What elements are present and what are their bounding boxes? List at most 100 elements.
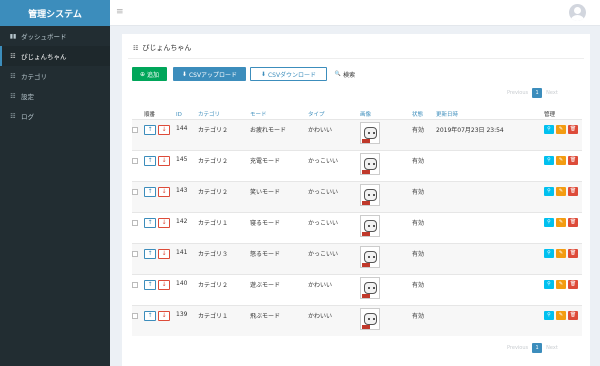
view-button[interactable]: ⚲ [544, 310, 554, 320]
table-row: ↑ ↓ 139 カテゴリ１ 飛ぶモード かわいい 有効 ⚲ ✎ 🗑 [132, 304, 582, 336]
row-checkbox[interactable] [132, 250, 138, 257]
delete-button[interactable]: 🗑 [568, 310, 578, 320]
view-button[interactable]: ⚲ [544, 186, 554, 196]
sticker-thumbnail[interactable] [360, 214, 380, 237]
row-select-cell [132, 273, 144, 305]
view-button[interactable]: ⚲ [544, 124, 554, 134]
app-logo[interactable]: 管理システム [0, 0, 110, 26]
row-image-cell [360, 211, 412, 243]
delete-button[interactable]: 🗑 [568, 248, 578, 258]
edit-button[interactable]: ✎ [556, 155, 566, 165]
sticker-thumbnail[interactable] [360, 121, 380, 144]
sidebar-item-category[interactable]: ☷ カテゴリ [0, 66, 110, 86]
row-type: かわいい [308, 304, 360, 336]
row-checkbox[interactable] [132, 312, 138, 319]
row-order-cell: ↑ ↓ [144, 211, 176, 243]
row-category: カテゴリ１ [198, 211, 250, 243]
row-status: 有効 [412, 149, 436, 181]
header-id[interactable]: ID [176, 108, 198, 119]
move-up-button[interactable]: ↑ [144, 155, 156, 166]
hamburger-menu-icon[interactable]: ≡ [116, 7, 126, 17]
delete-button[interactable]: 🗑 [568, 124, 578, 134]
row-order-cell: ↑ ↓ [144, 180, 176, 212]
sticker-thumbnail[interactable] [360, 307, 380, 330]
pagination-current-page[interactable]: 1 [532, 88, 543, 98]
move-up-button[interactable]: ↑ [144, 279, 156, 290]
pagination-previous[interactable]: Previous [507, 90, 528, 96]
csv-download-button[interactable]: ⬇ CSVダウンロード [250, 67, 327, 81]
header-status[interactable]: 状態 [412, 108, 436, 119]
move-down-button[interactable]: ↓ [158, 217, 170, 228]
row-checkbox[interactable] [132, 219, 138, 226]
row-checkbox[interactable] [132, 281, 138, 288]
top-navbar: ≡ [110, 0, 600, 26]
row-mode: お疲れモード [250, 118, 308, 150]
csv-upload-button[interactable]: ⬇ CSVアップロード [173, 67, 246, 81]
view-button[interactable]: ⚲ [544, 217, 554, 227]
delete-button[interactable]: 🗑 [568, 186, 578, 196]
view-button[interactable]: ⚲ [544, 248, 554, 258]
move-up-button[interactable]: ↑ [144, 217, 156, 228]
upload-icon: ⬇ [181, 70, 187, 78]
row-image-cell [360, 273, 412, 305]
edit-button[interactable]: ✎ [556, 310, 566, 320]
move-up-button[interactable]: ↑ [144, 124, 156, 135]
header-image[interactable]: 画像 [360, 108, 412, 119]
delete-button[interactable]: 🗑 [568, 217, 578, 227]
view-button[interactable]: ⚲ [544, 155, 554, 165]
search-button[interactable]: 🔍 検索 [331, 67, 359, 81]
header-category[interactable]: カテゴリ [198, 108, 250, 119]
user-avatar[interactable] [569, 4, 586, 21]
move-down-button[interactable]: ↓ [158, 248, 170, 259]
delete-button[interactable]: 🗑 [568, 155, 578, 165]
add-button[interactable]: ⊕ 追加 [132, 67, 167, 81]
download-icon: ⬇ [260, 70, 266, 78]
move-down-button[interactable]: ↓ [158, 124, 170, 135]
move-down-button[interactable]: ↓ [158, 310, 170, 321]
edit-button[interactable]: ✎ [556, 186, 566, 196]
header-type[interactable]: タイプ [308, 108, 360, 119]
sticker-thumbnail[interactable] [360, 183, 380, 206]
move-up-button[interactable]: ↑ [144, 248, 156, 259]
list-icon: ☷ [10, 92, 16, 100]
sticker-thumbnail[interactable] [360, 152, 380, 175]
pagination-bottom: Previous 1 Next [507, 343, 558, 353]
row-checkbox[interactable] [132, 126, 138, 133]
sidebar-item-dashboard[interactable]: ▮▮ ダッシュボード [0, 26, 110, 46]
edit-button[interactable]: ✎ [556, 279, 566, 289]
row-id: 140 [176, 273, 198, 305]
pagination-next[interactable]: Next [546, 90, 558, 96]
view-button[interactable]: ⚲ [544, 279, 554, 289]
sidebar-item-label: カテゴリ [21, 73, 47, 81]
sticker-thumbnail[interactable] [360, 245, 380, 268]
list-icon: ☷ [10, 52, 16, 60]
edit-button[interactable]: ✎ [556, 248, 566, 258]
sticker-thumbnail[interactable] [360, 276, 380, 299]
pagination-previous[interactable]: Previous [507, 345, 528, 351]
pagination-current-page[interactable]: 1 [532, 343, 543, 353]
row-status: 有効 [412, 273, 436, 305]
add-button-label: 追加 [147, 71, 160, 79]
move-down-button[interactable]: ↓ [158, 155, 170, 166]
move-up-button[interactable]: ↑ [144, 310, 156, 321]
row-select-cell [132, 180, 144, 212]
header-updated[interactable]: 更新日時 [436, 108, 544, 119]
move-down-button[interactable]: ↓ [158, 186, 170, 197]
edit-button[interactable]: ✎ [556, 124, 566, 134]
row-checkbox[interactable] [132, 157, 138, 164]
sidebar-item-settings[interactable]: ☷ 設定 [0, 86, 110, 106]
pagination-top: Previous 1 Next [507, 88, 558, 98]
sticker-face [364, 281, 377, 294]
edit-button[interactable]: ✎ [556, 217, 566, 227]
list-icon: ☷ [10, 72, 16, 80]
header-mode[interactable]: モード [250, 108, 308, 119]
move-down-button[interactable]: ↓ [158, 279, 170, 290]
divider [128, 58, 584, 59]
pagination-next[interactable]: Next [546, 345, 558, 351]
sidebar-item-log[interactable]: ☷ ログ [0, 106, 110, 126]
row-checkbox[interactable] [132, 188, 138, 195]
row-select-cell [132, 149, 144, 181]
move-up-button[interactable]: ↑ [144, 186, 156, 197]
sidebar-item-pijon[interactable]: ☷ ぴじょんちゃん [0, 46, 110, 66]
delete-button[interactable]: 🗑 [568, 279, 578, 289]
